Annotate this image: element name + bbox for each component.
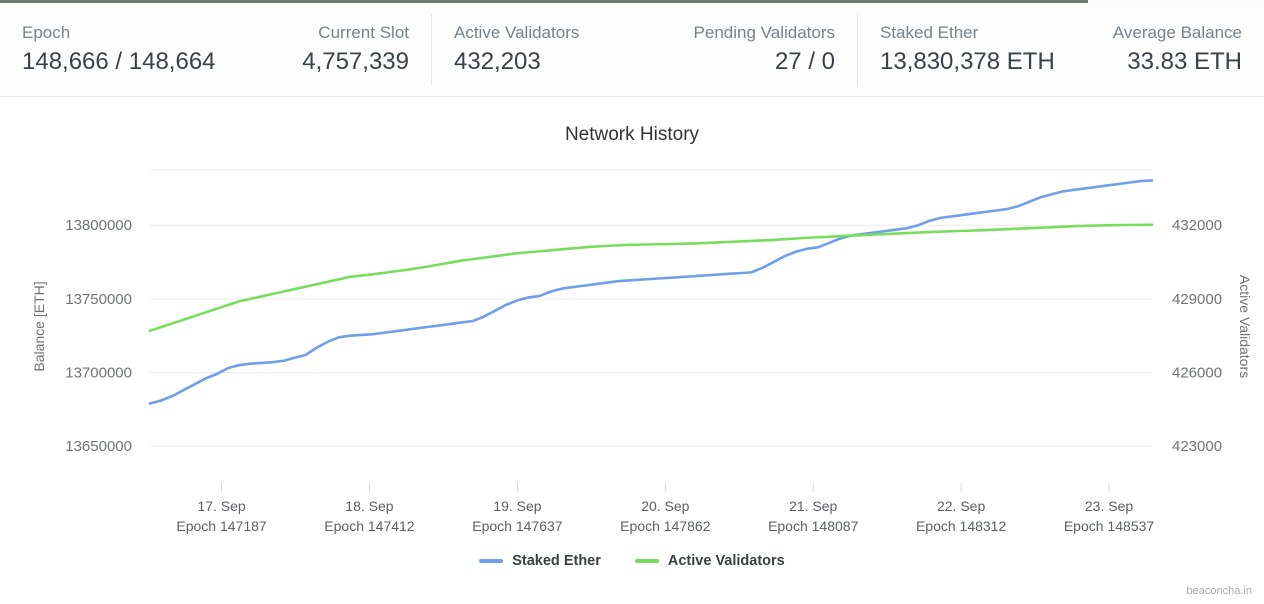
x-axis-tick-epoch: Epoch 148087: [768, 518, 859, 534]
stat-staked-ether-value: 13,830,378 ETH: [880, 46, 1055, 78]
stat-staked-ether-label: Staked Ether: [880, 21, 978, 45]
chart-legend: Staked Ether Active Validators: [0, 553, 1264, 569]
legend-swatch-active-validators: [635, 559, 659, 563]
stat-epoch-value: 148,666 / 148,664: [22, 46, 216, 78]
x-axis-tick-date: 20. Sep: [641, 498, 689, 514]
x-axis-tick-date: 22. Sep: [937, 498, 985, 514]
chart-gridlines: [150, 170, 1152, 446]
stat-pending-validators-value: 27 / 0: [775, 46, 835, 78]
legend-label-active-validators: Active Validators: [668, 553, 785, 569]
x-axis-ticks: 17. Sep Epoch 147187 18. Sep Epoch 147412 19…: [176, 483, 1154, 534]
y-axis-right-tick-label: 423000: [1172, 438, 1222, 455]
legend-swatch-staked-ether: [479, 559, 503, 563]
stat-staked-ether: Staked Ether13,830,378 ETH: [857, 14, 1089, 86]
y-axis-left-ticks: 13650000 13700000 13750000 13800000: [65, 217, 132, 455]
x-axis-tick-epoch: Epoch 147187: [176, 518, 267, 534]
legend-label-staked-ether: Staked Ether: [512, 553, 601, 569]
x-axis-tick-date: 19. Sep: [493, 498, 541, 514]
x-axis-tick-epoch: Epoch 148312: [916, 518, 1007, 534]
y-axis-right-title: Active Validators: [1237, 275, 1253, 378]
network-history-chart-panel: Network History 136500001370000013750000…: [0, 98, 1264, 604]
y-axis-left-tick-label: 13700000: [65, 365, 132, 382]
y-axis-left-tick-label: 13800000: [65, 217, 132, 234]
x-axis-tick-date: 17. Sep: [197, 498, 245, 514]
stat-current-slot-label: Current Slot: [318, 21, 409, 45]
y-axis-right-tick-label: 429000: [1172, 291, 1222, 308]
stat-average-balance-label: Average Balance: [1113, 21, 1242, 45]
legend-item-staked-ether[interactable]: Staked Ether: [479, 553, 601, 569]
y-axis-right-tick-label: 432000: [1172, 217, 1222, 234]
x-axis-tick-date: 23. Sep: [1085, 498, 1133, 514]
x-axis-tick-date: 18. Sep: [345, 498, 393, 514]
stat-epoch: Epoch148,666 / 148,664: [0, 14, 262, 86]
legend-item-active-validators[interactable]: Active Validators: [635, 553, 785, 569]
stat-pending-validators: Pending Validators27 / 0: [657, 14, 857, 86]
stat-active-validators: Active Validators432,203: [431, 14, 657, 86]
chart-watermark: beaconcha.in: [1187, 585, 1252, 597]
chart-series-group: [150, 180, 1152, 403]
stat-average-balance-value: 33.83 ETH: [1127, 46, 1242, 78]
y-axis-left-tick-label: 13750000: [65, 291, 132, 308]
stat-active-validators-value: 432,203: [454, 46, 541, 78]
y-axis-left-title: Balance [ETH]: [31, 281, 47, 371]
x-axis-tick-epoch: Epoch 147862: [620, 518, 711, 534]
y-axis-right-ticks: 423000 426000 429000 432000: [1172, 217, 1222, 455]
x-axis-tick-epoch: Epoch 147637: [472, 518, 563, 534]
stat-active-validators-label: Active Validators: [454, 21, 579, 45]
series-line-staked-ether: [150, 180, 1152, 403]
stat-current-slot: Current Slot4,757,339: [262, 14, 431, 86]
x-axis-tick-epoch: Epoch 147412: [324, 518, 415, 534]
stat-current-slot-value: 4,757,339: [302, 46, 409, 78]
x-axis-tick-date: 21. Sep: [789, 498, 837, 514]
y-axis-right-tick-label: 426000: [1172, 365, 1222, 382]
network-stats-header: Epoch148,666 / 148,664Current Slot4,757,…: [0, 3, 1264, 97]
y-axis-left-tick-label: 13650000: [65, 438, 132, 455]
stat-epoch-label: Epoch: [22, 21, 70, 45]
x-axis-tick-epoch: Epoch 148537: [1064, 518, 1155, 534]
stat-average-balance: Average Balance33.83 ETH: [1089, 14, 1264, 86]
stat-pending-validators-label: Pending Validators: [694, 21, 835, 45]
network-history-chart[interactable]: 13650000 13700000 13750000 13800000 Balance …: [0, 98, 1264, 604]
